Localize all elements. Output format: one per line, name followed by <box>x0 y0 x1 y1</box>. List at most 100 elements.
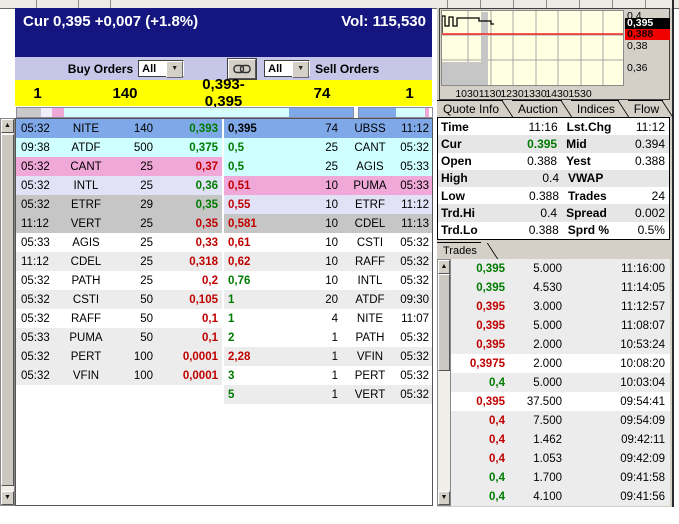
trade-row[interactable]: 0,3953.00011:12:57 <box>451 297 670 316</box>
broker-code: AGIS <box>346 161 394 173</box>
order-qty: 25 <box>111 180 153 192</box>
order-time: 05:32 <box>16 275 57 287</box>
order-qty: 10 <box>288 237 338 249</box>
trade-row[interactable]: 0,3955.00011:16:00 <box>451 259 670 278</box>
buy-filter-dropdown[interactable]: All ▼ <box>138 60 184 77</box>
trade-qty: 1.700 <box>505 472 562 484</box>
quote-header: Cur 0,395 +0,007 (+1.8%) Vol: 115,530 <box>15 8 432 57</box>
trade-row[interactable]: 0,3954.53011:14:05 <box>451 278 670 297</box>
order-qty: 100 <box>111 351 153 363</box>
sell-order-row[interactable]: 0,5510ETRF11:12 <box>224 195 432 214</box>
trade-qty: 37.500 <box>505 396 562 408</box>
trade-price: 0,395 <box>451 339 505 351</box>
quote-info-row: Open0.388Yest0.388 <box>438 153 669 170</box>
order-qty: 25 <box>111 218 153 230</box>
sell-order-row[interactable]: 0,525CANT05:32 <box>224 138 432 157</box>
dropdown-arrow-icon[interactable]: ▼ <box>166 61 183 78</box>
tab-quote-info[interactable]: Quote Info <box>437 100 503 117</box>
order-time: 05:32 <box>394 275 432 287</box>
tab-indices[interactable]: Indices <box>571 100 619 117</box>
sell-order-row[interactable]: 31PERT05:32 <box>224 366 432 385</box>
sell-order-row[interactable]: 2,281VFIN05:32 <box>224 347 432 366</box>
buy-order-row[interactable]: 05:32CSTI500,105 <box>16 290 222 309</box>
buy-order-row[interactable]: 05:32CANT250,37 <box>16 157 222 176</box>
broker-code: VFIN <box>346 351 394 363</box>
sell-order-row[interactable]: 0,39574UBSS11:12 <box>224 119 432 138</box>
trade-row[interactable]: 0,39537.50009:54:41 <box>451 392 670 411</box>
buy-order-row[interactable]: 09:38ATDF5000,375 <box>16 138 222 157</box>
quote-value: 0.388 <box>495 223 559 237</box>
right-tab-strip: Quote InfoAuctionIndicesFlow <box>437 100 672 117</box>
broker-code: CSTI <box>61 294 111 306</box>
dropdown-arrow-icon[interactable]: ▼ <box>292 61 309 78</box>
trade-price: 0,4 <box>451 472 505 484</box>
sell-order-row[interactable]: 0,6110CSTI05:32 <box>224 233 432 252</box>
sell-order-row[interactable]: 14NITE11:07 <box>224 309 432 328</box>
buy-order-row[interactable]: 05:33AGIS250,33 <box>16 233 222 252</box>
trades-tab[interactable]: Trades <box>437 243 497 259</box>
bid-price: 0,1 <box>153 332 222 344</box>
buy-order-row[interactable]: 05:32ETRF290,35 <box>16 195 222 214</box>
trade-time: 09:42:09 <box>562 453 670 465</box>
trade-row[interactable]: 0,41.46209:42:11 <box>451 430 670 449</box>
order-qty: 10 <box>288 199 338 211</box>
tab-auction[interactable]: Auction <box>512 100 562 117</box>
quote-value: 0.4 <box>495 171 559 185</box>
trades-scrollbar[interactable]: ▲ ▼ <box>437 259 451 506</box>
ask-price: 0,55 <box>224 199 288 211</box>
sell-order-row[interactable]: 51VERT05:32 <box>224 385 432 404</box>
trade-row[interactable]: 0,41.70009:41:58 <box>451 468 670 487</box>
trade-row[interactable]: 0,45.00010:03:04 <box>451 373 670 392</box>
sell-order-row[interactable]: 0,58110CDEL11:13 <box>224 214 432 233</box>
bid-ask-spread: 0,393-0,395 <box>190 76 257 110</box>
sell-order-row[interactable]: 0,5110PUMA05:33 <box>224 176 432 195</box>
quote-label: Lst.Chg <box>558 120 636 134</box>
buy-order-row[interactable]: 05:32PERT1000,0001 <box>16 347 222 366</box>
quote-value: 0.002 <box>635 206 669 220</box>
buy-order-row[interactable]: 05:33PUMA500,1 <box>16 328 222 347</box>
quote-info-row: Low0.388Trades24 <box>438 187 669 204</box>
book-scrollbar[interactable]: ▲ ▼ <box>0 118 15 506</box>
buy-order-row[interactable]: 05:32PATH250,2 <box>16 271 222 290</box>
trade-time: 10:03:04 <box>562 377 670 389</box>
broker-code: VERT <box>61 218 111 230</box>
order-time: 05:32 <box>16 199 57 211</box>
trade-price: 0,4 <box>451 453 505 465</box>
quote-info-row: Time11:16Lst.Chg11:12 <box>438 118 669 135</box>
sell-order-row[interactable]: 21PATH05:32 <box>224 328 432 347</box>
sell-qty-total: 74 <box>257 85 387 102</box>
ask-price: 0,76 <box>224 275 288 287</box>
sell-order-row[interactable]: 0,7610INTL05:32 <box>224 271 432 290</box>
buy-order-row[interactable]: 05:32RAFF500,1 <box>16 309 222 328</box>
order-time: 05:33 <box>394 161 432 173</box>
trade-row[interactable]: 0,39752.00010:08:20 <box>451 354 670 373</box>
bid-price: 0,1 <box>153 313 222 325</box>
scroll-thumb[interactable] <box>1 134 14 486</box>
sell-orders-label: Sell Orders <box>315 62 379 76</box>
ask-price: 0,61 <box>224 237 288 249</box>
sell-order-row[interactable]: 120ATDF09:30 <box>224 290 432 309</box>
scroll-down-button[interactable]: ▼ <box>1 491 14 505</box>
trade-row[interactable]: 0,44.10009:41:56 <box>451 487 670 506</box>
trade-row[interactable]: 0,41.05309:42:09 <box>451 449 670 468</box>
buy-order-row[interactable]: 11:12VERT250,35 <box>16 214 222 233</box>
buy-order-row[interactable]: 05:32INTL250,36 <box>16 176 222 195</box>
trade-row[interactable]: 0,3955.00011:08:07 <box>451 316 670 335</box>
trade-time: 09:54:41 <box>562 396 670 408</box>
sell-order-row[interactable]: 0,6210RAFF05:32 <box>224 252 432 271</box>
buy-order-row[interactable]: 05:32VFIN1000,0001 <box>16 366 222 385</box>
scroll-thumb[interactable] <box>438 274 450 371</box>
scroll-up-button[interactable]: ▲ <box>438 260 450 274</box>
bid-price: 0,35 <box>153 199 222 211</box>
buy-order-row[interactable]: 11:12CDEL250,318 <box>16 252 222 271</box>
broker-code: ATDF <box>346 294 394 306</box>
book-summary-bar: 1 140 0,393-0,395 74 1 <box>15 80 432 106</box>
buy-order-row[interactable]: 05:32NITE1400,393 <box>16 119 222 138</box>
order-book: 05:32NITE1400,39309:38ATDF5000,37505:32C… <box>15 118 433 506</box>
scroll-up-button[interactable]: ▲ <box>1 119 14 133</box>
sell-filter-dropdown[interactable]: All ▼ <box>264 60 310 77</box>
scroll-down-button[interactable]: ▼ <box>438 491 450 505</box>
trade-row[interactable]: 0,47.50009:54:09 <box>451 411 670 430</box>
sell-order-row[interactable]: 0,525AGIS05:33 <box>224 157 432 176</box>
trade-row[interactable]: 0,3952.00010:53:24 <box>451 335 670 354</box>
